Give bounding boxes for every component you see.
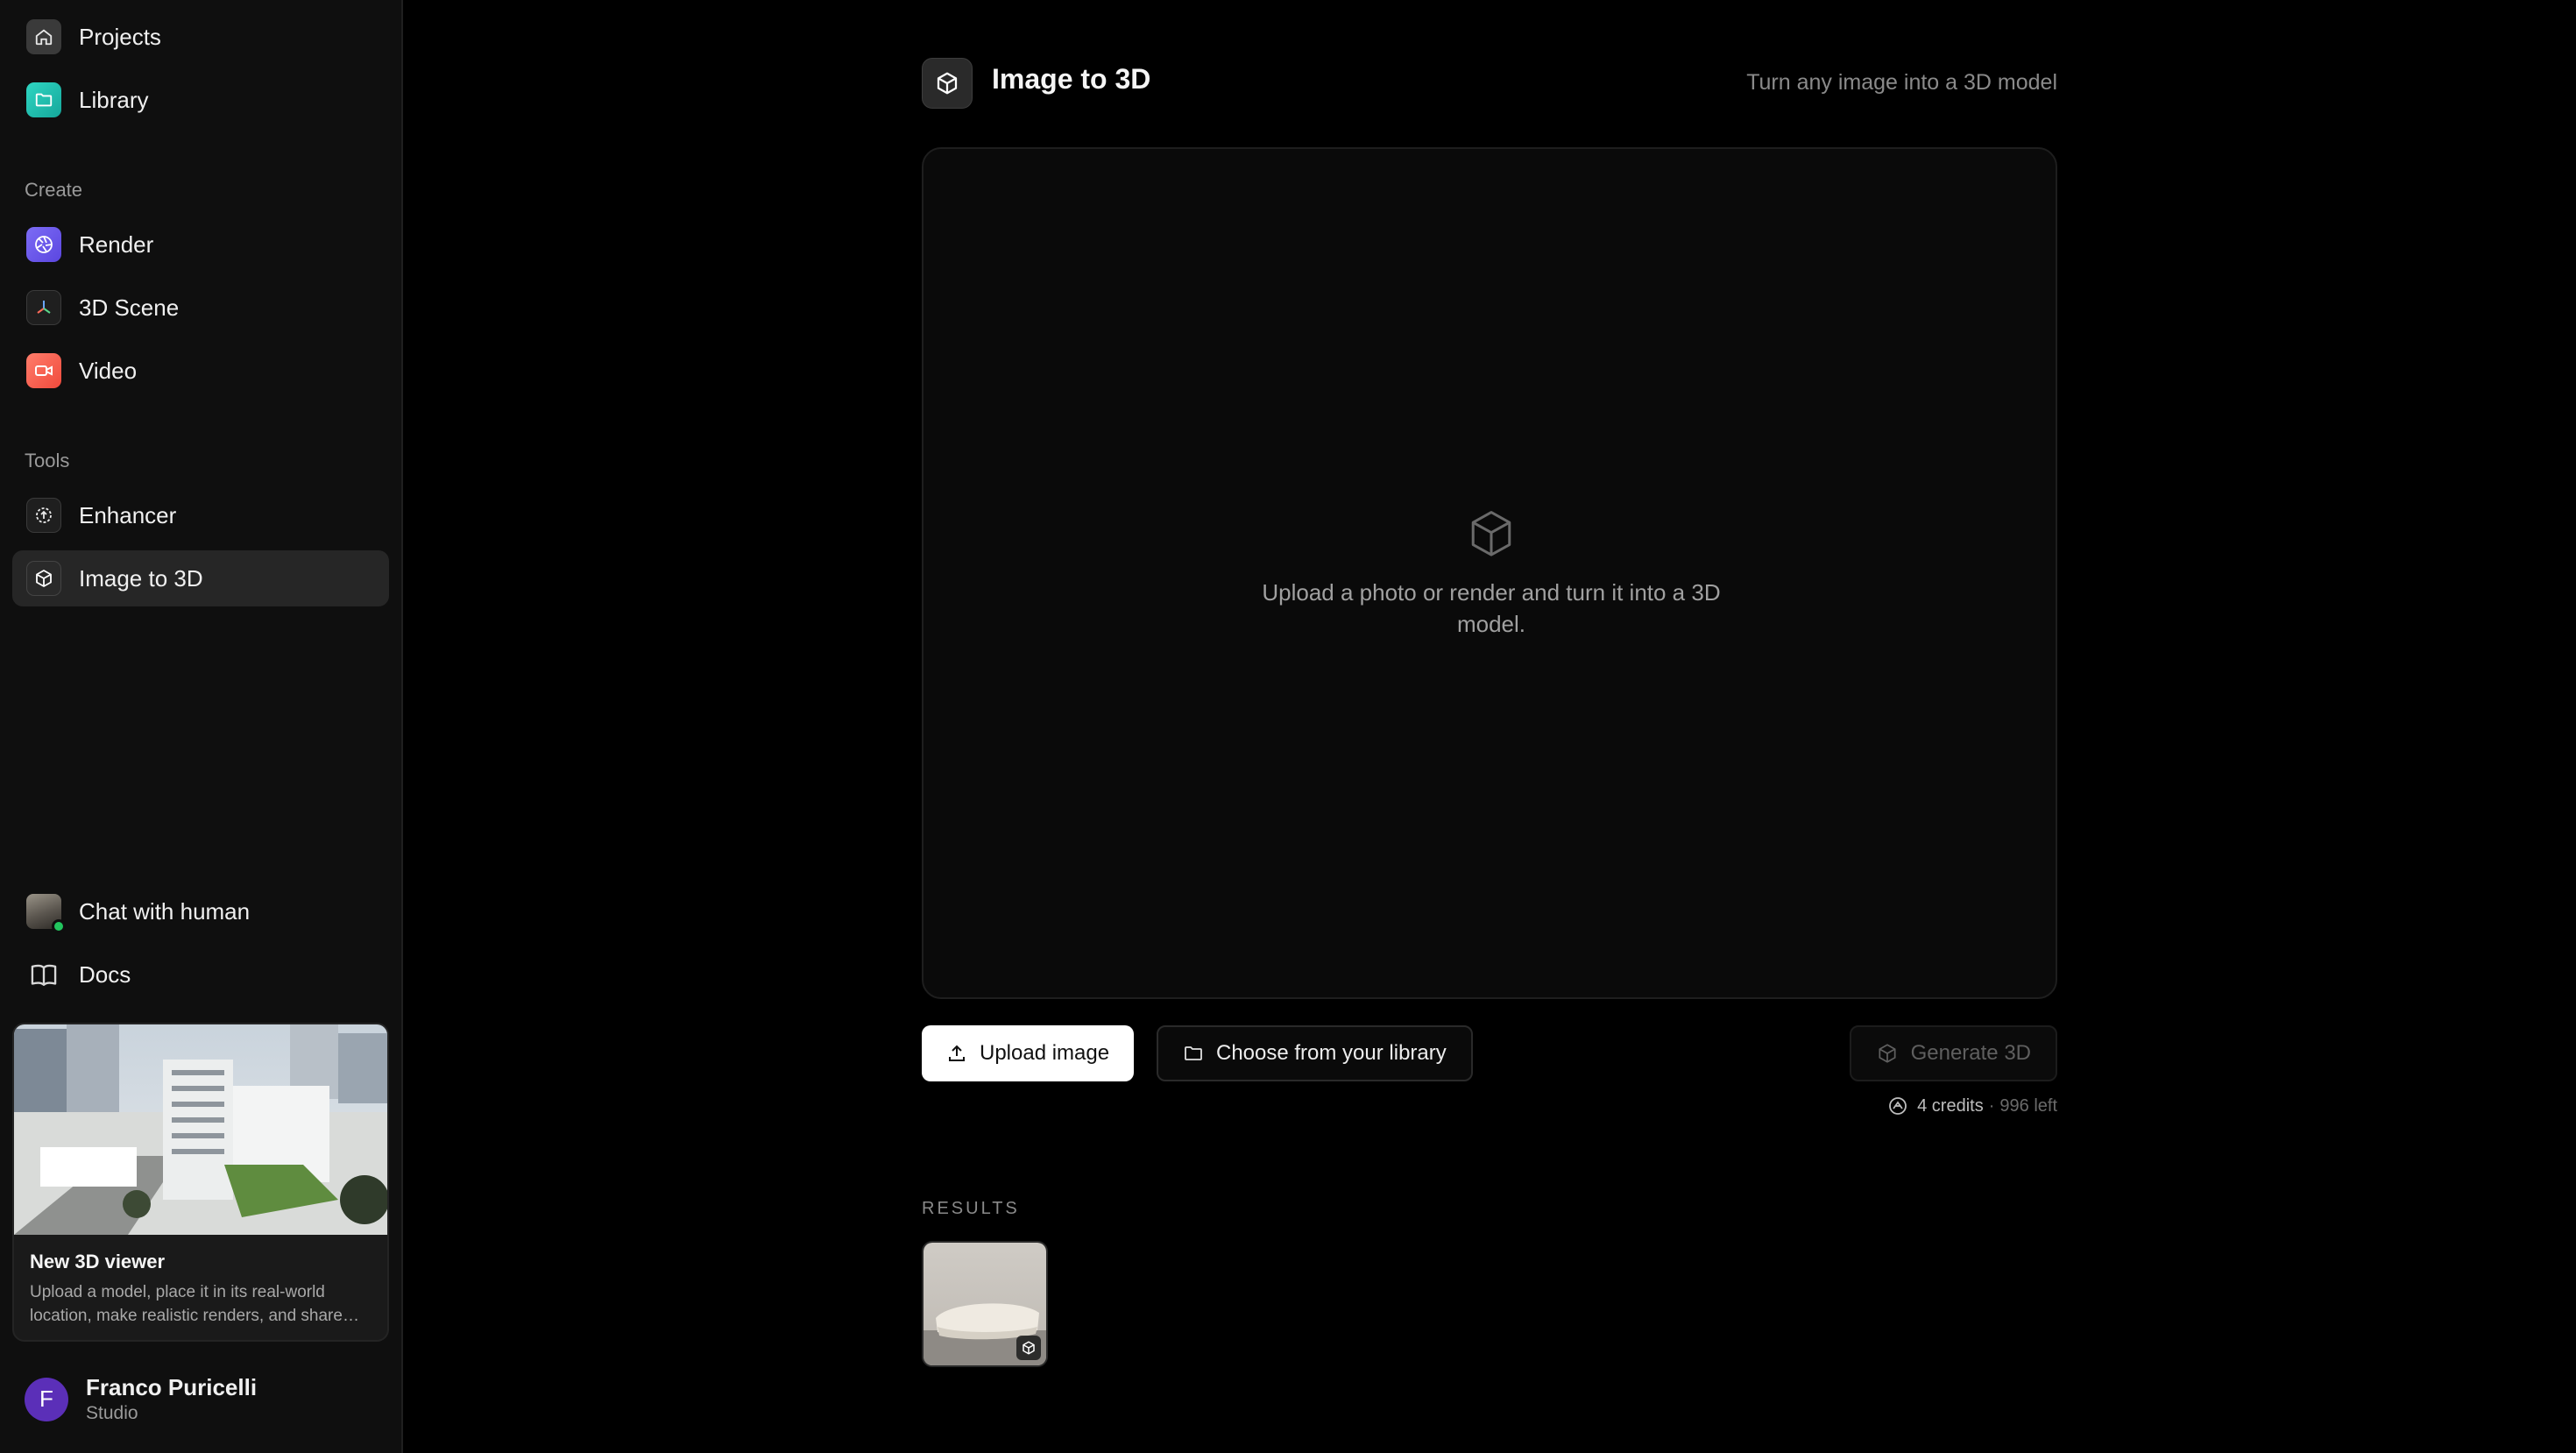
cube-icon: [1879, 1044, 1896, 1063]
promo-image: [14, 1024, 387, 1235]
sidebar-item-label: Projects: [79, 23, 161, 50]
user-profile[interactable]: F Franco Puricelli Studio: [25, 1374, 257, 1424]
video-camera-icon: [26, 353, 61, 388]
sidebar-item-projects[interactable]: Projects: [12, 9, 389, 65]
sidebar-item-label: Enhancer: [79, 501, 177, 528]
cube-icon: [1467, 508, 1516, 565]
cube-icon: [1016, 1336, 1041, 1360]
sidebar-item-label: Image to 3D: [79, 564, 203, 592]
promo-title: New 3D viewer: [30, 1251, 166, 1272]
sidebar-item-docs[interactable]: Docs: [12, 946, 389, 1003]
section-label-create: Create: [25, 179, 83, 201]
results-heading: RESULTS: [922, 1199, 1020, 1218]
credits-remaining: 996 left: [1999, 1095, 2057, 1116]
home-icon: [26, 19, 61, 54]
generate-3d-button[interactable]: Generate 3D: [1849, 1025, 2057, 1081]
sidebar-item-label: Video: [79, 357, 138, 384]
sidebar-item-label: Docs: [79, 960, 131, 988]
cube-icon: [922, 58, 973, 109]
user-plan: Studio: [86, 1403, 138, 1423]
promo-description: Upload a model, place it in its real-wor…: [30, 1283, 343, 1325]
page-title: Image to 3D: [992, 63, 1151, 95]
aperture-icon: [26, 227, 61, 262]
sidebar-item-render[interactable]: Render: [12, 216, 389, 273]
sidebar-item-3d-scene[interactable]: 3D Scene: [12, 280, 389, 336]
dropzone-instructions: Upload a photo or render and turn it int…: [1262, 579, 1721, 637]
avatar: [26, 894, 66, 933]
choose-from-library-label: Choose from your library: [1216, 1041, 1447, 1065]
sidebar-item-label: Chat with human: [79, 897, 251, 925]
book-icon: [26, 957, 61, 992]
sidebar-item-label: 3D Scene: [79, 294, 180, 321]
upload-image-button[interactable]: Upload image: [922, 1025, 1135, 1081]
folder-icon: [1185, 1046, 1202, 1060]
upload-icon: [949, 1045, 965, 1061]
sidebar-item-chat-with-human[interactable]: Chat with human: [12, 883, 389, 939]
credits-icon: [1889, 1097, 1907, 1115]
cube-icon: [26, 561, 61, 596]
image-dropzone[interactable]: Upload a photo or render and turn it int…: [922, 147, 2057, 999]
sidebar-item-label: Render: [79, 230, 154, 258]
sidebar: Projects Library Create Render 3D Scene: [0, 0, 403, 1453]
folder-icon: [26, 82, 61, 117]
app: Projects Library Create Render 3D Scene: [0, 0, 2576, 1453]
page-subtitle: Turn any image into a 3D model: [1746, 70, 2057, 95]
result-thumbnail[interactable]: [922, 1241, 1048, 1367]
upload-image-label: Upload image: [980, 1041, 1110, 1065]
sidebar-item-video[interactable]: Video: [12, 343, 389, 399]
axes-icon: [26, 290, 61, 325]
sidebar-item-image-to-3d[interactable]: Image to 3D: [12, 550, 389, 606]
section-label-tools: Tools: [25, 450, 70, 471]
credits-info: 4 credits · 996 left: [1887, 1095, 2057, 1116]
sidebar-item-library[interactable]: Library: [12, 72, 389, 128]
online-status-dot: [52, 919, 66, 933]
generate-3d-label: Generate 3D: [1910, 1041, 2031, 1065]
user-avatar: F: [25, 1377, 68, 1421]
credits-separator: ·: [1988, 1095, 1995, 1116]
promo-card-new-3d-viewer[interactable]: New 3D viewer Upload a model, place it i…: [12, 1023, 389, 1342]
credits-cost: 4 credits: [1917, 1095, 1984, 1116]
user-name: Franco Puricelli: [86, 1374, 258, 1400]
sidebar-item-enhancer[interactable]: Enhancer: [12, 487, 389, 543]
sidebar-item-label: Library: [79, 86, 149, 113]
choose-from-library-button[interactable]: Choose from your library: [1157, 1025, 1473, 1081]
enhance-icon: [26, 498, 61, 533]
